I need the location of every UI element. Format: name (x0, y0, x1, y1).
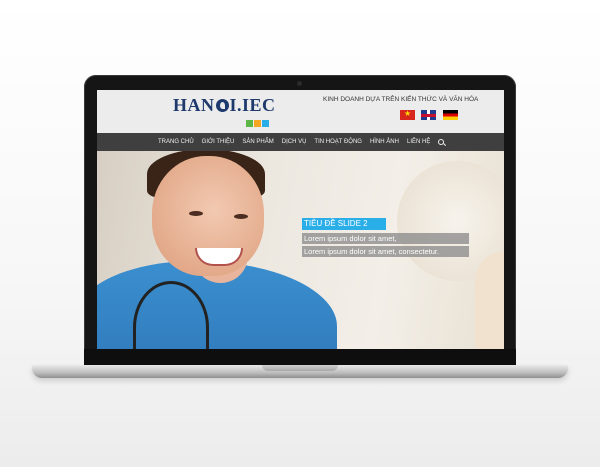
background-figure (475, 251, 504, 349)
logo-wordmark: HAN I.IEC (173, 95, 276, 115)
search-icon[interactable] (438, 138, 445, 146)
slide-caption-line-2: Lorem ipsum dolor sit amet, consectetur. (302, 246, 469, 257)
language-switcher (400, 110, 460, 128)
nurse-eye-left (189, 211, 203, 216)
site-tagline: KINH DOANH DỰA TRÊN KIẾN THỨC VÀ VĂN HÓA (323, 96, 479, 103)
slide-title: TIÊU ĐỀ SLIDE 2 (302, 218, 386, 230)
laptop-notch (262, 365, 338, 371)
camera-icon (297, 81, 302, 86)
main-nav: TRANG CHỦ GIỚI THIỆU SẢN PHẨM DỊCH VỤ TI… (97, 133, 504, 151)
vietnam-flag-icon[interactable] (400, 110, 415, 120)
site-logo[interactable]: HAN I.IEC (173, 94, 298, 130)
nav-item-news[interactable]: TIN HOẠT ĐỘNG (314, 139, 362, 145)
laptop-chin (84, 349, 516, 366)
nurse-eye-right (234, 214, 248, 219)
germany-flag-icon[interactable] (442, 110, 458, 120)
uk-flag-icon[interactable] (421, 110, 437, 120)
nav-item-services[interactable]: DỊCH VỤ (282, 139, 307, 145)
nav-item-products[interactable]: SẢN PHẨM (242, 139, 273, 145)
nav-item-home[interactable]: TRANG CHỦ (158, 139, 194, 145)
site-header: HAN I.IEC KINH DOANH DỰA TRÊN KIẾN THỨC V… (97, 90, 504, 133)
laptop-mockup: HAN I.IEC KINH DOANH DỰA TRÊN KIẾN THỨC V… (0, 0, 600, 467)
nav-item-gallery[interactable]: HÌNH ẢNH (370, 139, 399, 145)
laptop-screen: HAN I.IEC KINH DOANH DỰA TRÊN KIẾN THỨC V… (97, 90, 504, 349)
nav-item-contact[interactable]: LIÊN HỆ (407, 139, 430, 145)
hero-slider[interactable]: TIÊU ĐỀ SLIDE 2 Lorem ipsum dolor sit am… (97, 151, 504, 349)
nav-item-about[interactable]: GIỚI THIỆU (202, 139, 235, 145)
logo-squares-icon (246, 114, 270, 132)
slide-caption-line-1: Lorem ipsum dolor sit amet, (302, 233, 469, 244)
logo-o-icon (215, 99, 229, 112)
